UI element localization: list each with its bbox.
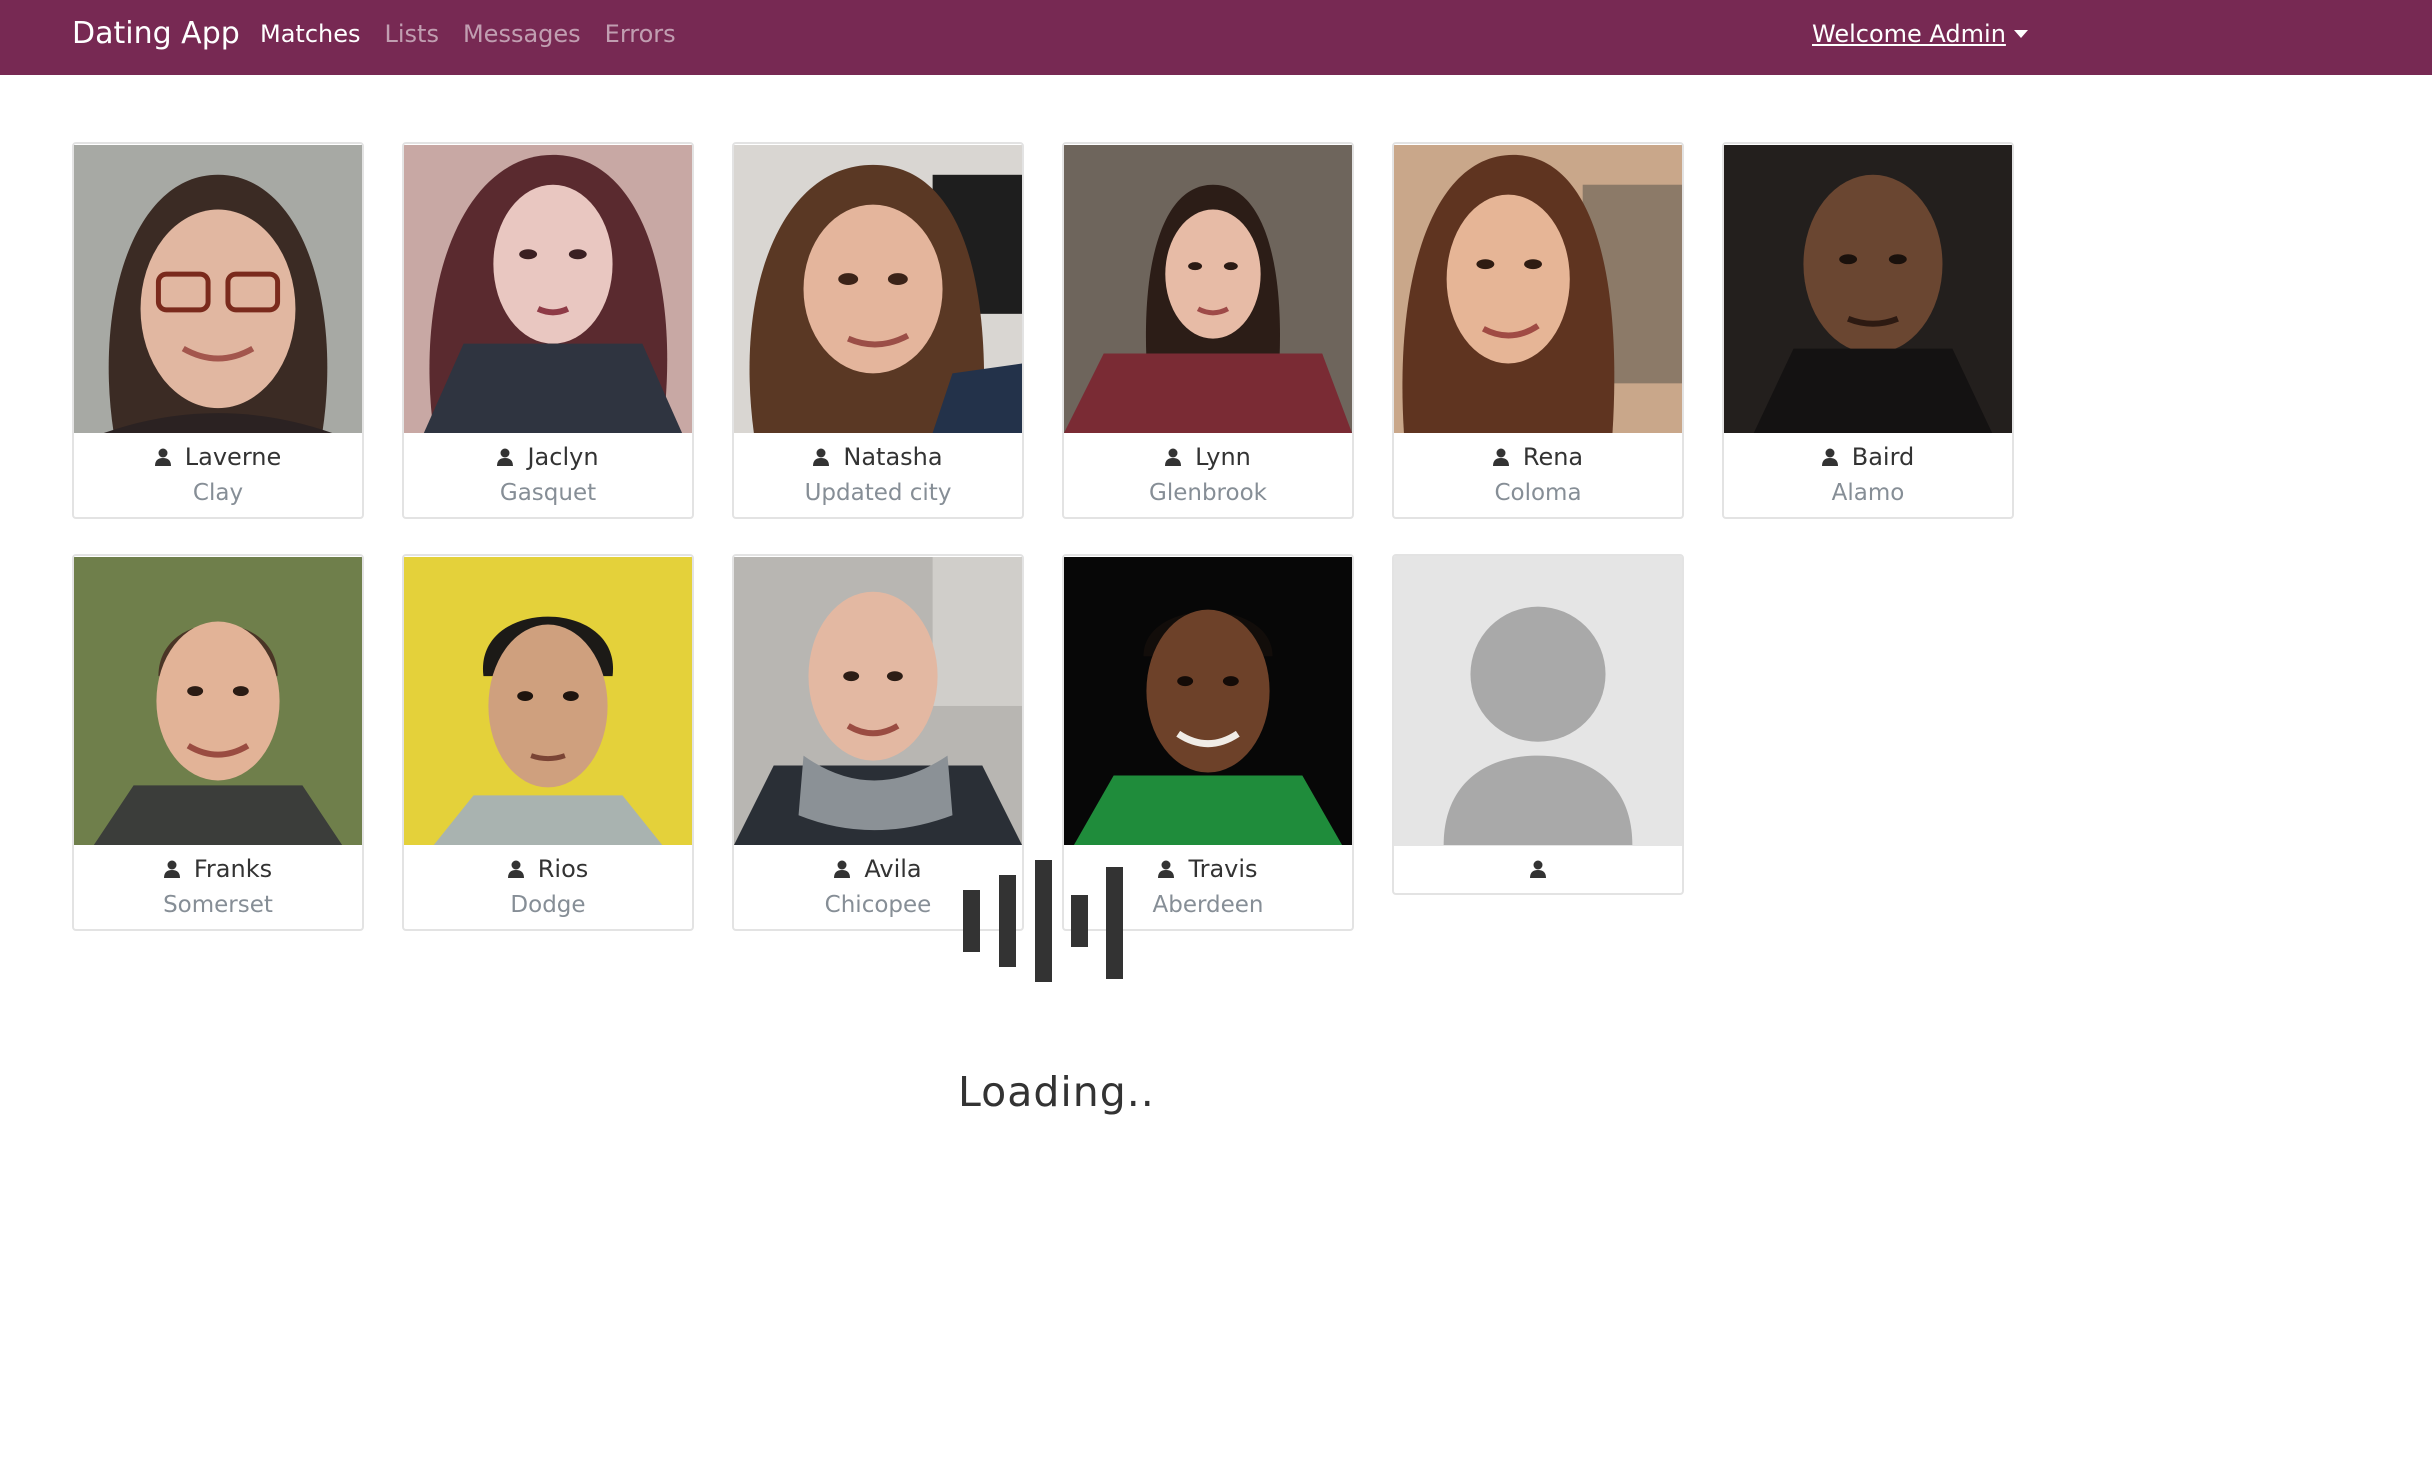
member-card-body: Lynn Glenbrook bbox=[1064, 434, 1352, 512]
member-city: Updated city bbox=[804, 480, 952, 506]
member-name: Avila bbox=[864, 855, 922, 883]
member-name-line: Natasha bbox=[734, 440, 1022, 474]
nav-links: Matches Lists Messages Errors bbox=[260, 0, 700, 68]
member-card-body: Franks Somerset bbox=[74, 846, 362, 924]
member-card[interactable]: Jaclyn Gasquet bbox=[402, 142, 694, 519]
member-photo bbox=[1064, 556, 1352, 846]
member-card-body: Natasha Updated city bbox=[734, 434, 1022, 512]
member-photo bbox=[734, 556, 1022, 846]
member-name-line: Rios bbox=[404, 852, 692, 886]
member-name: Laverne bbox=[184, 443, 282, 471]
member-name: Baird bbox=[1851, 443, 1915, 471]
user-icon bbox=[507, 860, 524, 878]
member-card[interactable]: Rena Coloma bbox=[1392, 142, 1684, 519]
user-dropdown[interactable]: Welcome Admin bbox=[1812, 0, 2028, 68]
user-icon bbox=[813, 448, 830, 466]
user-icon bbox=[1492, 448, 1509, 466]
member-name-line bbox=[1394, 852, 1682, 886]
member-name: Franks bbox=[193, 855, 273, 883]
member-card-body: Rios Dodge bbox=[404, 846, 692, 924]
member-name-line: Baird bbox=[1724, 440, 2012, 474]
member-photo-placeholder bbox=[1394, 556, 1682, 846]
brand-link[interactable]: Dating App bbox=[72, 0, 240, 68]
user-icon bbox=[1821, 448, 1838, 466]
member-photo bbox=[1394, 144, 1682, 434]
member-name: Jaclyn bbox=[527, 443, 599, 471]
user-icon bbox=[1158, 860, 1175, 878]
member-card[interactable]: Natasha Updated city bbox=[732, 142, 1024, 519]
member-city: Alamo bbox=[1831, 480, 1905, 506]
member-card[interactable]: Lynn Glenbrook bbox=[1062, 142, 1354, 519]
member-name-line: Franks bbox=[74, 852, 362, 886]
member-city: Coloma bbox=[1494, 480, 1582, 506]
member-name: Lynn bbox=[1195, 443, 1251, 471]
loading-text: Loading.. bbox=[958, 1068, 1155, 1116]
member-card[interactable]: Rios Dodge bbox=[402, 554, 694, 931]
member-card-body bbox=[1394, 846, 1682, 886]
user-icon bbox=[163, 860, 180, 878]
member-card-body: Rena Coloma bbox=[1394, 434, 1682, 512]
member-city: Somerset bbox=[163, 892, 273, 918]
user-icon bbox=[834, 860, 851, 878]
caret-down-icon bbox=[2013, 30, 2028, 38]
member-photo bbox=[734, 144, 1022, 434]
member-card[interactable]: Laverne Clay bbox=[72, 142, 364, 519]
avatar-placeholder-icon bbox=[1394, 557, 1682, 845]
nav-errors[interactable]: Errors bbox=[605, 20, 676, 48]
member-photo bbox=[404, 556, 692, 846]
member-card-body: Baird Alamo bbox=[1724, 434, 2012, 512]
member-city: Glenbrook bbox=[1149, 480, 1267, 506]
member-name-line: Jaclyn bbox=[404, 440, 692, 474]
member-photo bbox=[1724, 144, 2012, 434]
user-icon bbox=[497, 448, 514, 466]
nav-lists[interactable]: Lists bbox=[385, 20, 439, 48]
member-city: Dodge bbox=[510, 892, 586, 918]
member-card[interactable]: Franks Somerset bbox=[72, 554, 364, 931]
navbar: Dating App Matches Lists Messages Errors… bbox=[0, 0, 2432, 75]
user-icon bbox=[1165, 448, 1182, 466]
member-card-body: Laverne Clay bbox=[74, 434, 362, 512]
member-card[interactable] bbox=[1392, 554, 1684, 895]
member-name: Natasha bbox=[843, 443, 943, 471]
member-name: Rios bbox=[537, 855, 589, 883]
nav-messages[interactable]: Messages bbox=[463, 20, 581, 48]
member-name-line: Laverne bbox=[74, 440, 362, 474]
member-photo bbox=[404, 144, 692, 434]
member-card-body: Jaclyn Gasquet bbox=[404, 434, 692, 512]
member-name: Travis bbox=[1188, 855, 1258, 883]
member-card[interactable]: Baird Alamo bbox=[1722, 142, 2014, 519]
member-city: Clay bbox=[192, 480, 244, 506]
nav-matches[interactable]: Matches bbox=[260, 20, 361, 48]
member-name-line: Rena bbox=[1394, 440, 1682, 474]
member-photo bbox=[74, 144, 362, 434]
user-icon bbox=[154, 448, 171, 466]
member-name: Rena bbox=[1522, 443, 1584, 471]
user-dropdown-label: Welcome Admin bbox=[1812, 20, 2006, 48]
member-photo bbox=[74, 556, 362, 846]
member-city: Gasquet bbox=[499, 480, 597, 506]
loading-spinner-icon bbox=[963, 860, 1123, 982]
member-photo bbox=[1064, 144, 1352, 434]
user-icon bbox=[1530, 860, 1546, 878]
member-name-line: Lynn bbox=[1064, 440, 1352, 474]
